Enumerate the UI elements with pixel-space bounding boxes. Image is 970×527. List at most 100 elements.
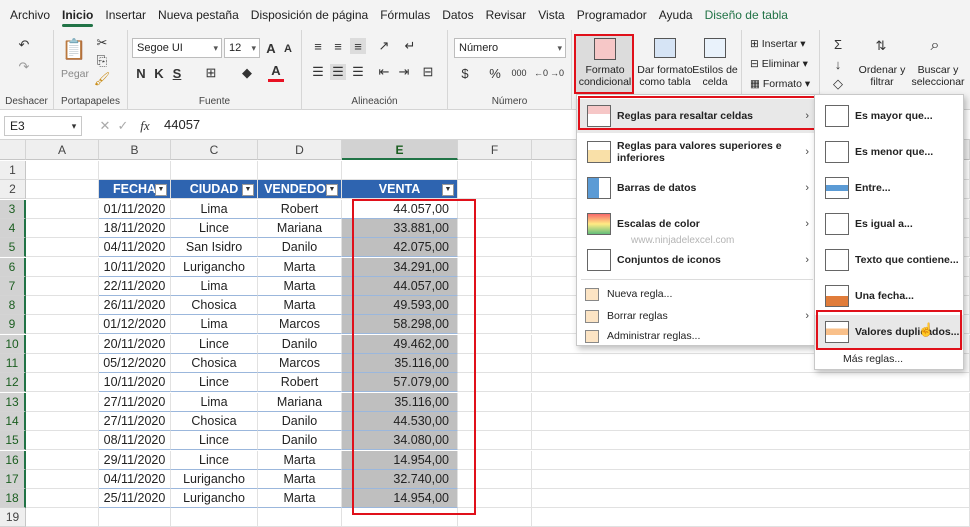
table-cell[interactable]: 01/11/2020 [99,199,171,219]
filter-dropdown-icon[interactable]: ▼ [242,184,254,197]
align-top-icon[interactable]: ≡ [310,38,326,54]
row-header[interactable]: 7 [0,276,26,296]
cell[interactable] [171,508,258,527]
number-format-select[interactable]: Número ▾ [454,38,566,58]
table-cell[interactable]: Lima [171,276,258,296]
table-header-cell[interactable]: VENTA ▼ [342,180,458,200]
thousands-icon[interactable]: 000 [508,64,530,82]
delete-button[interactable]: ⊟ Eliminar ▾ [750,58,808,70]
column-header-f[interactable]: F [458,140,532,160]
cell[interactable] [458,218,532,238]
cell[interactable] [26,392,99,412]
cell[interactable] [26,257,99,277]
undo-icon[interactable]: ↶ [14,36,34,54]
copy-icon[interactable]: ⎘ [94,53,110,68]
cell[interactable] [458,354,532,373]
row-header[interactable]: 12 [0,373,26,393]
bold-button[interactable]: N [134,64,148,82]
formula-input[interactable]: 44057 [164,117,200,132]
table-cell[interactable]: 44.057,00 [342,276,458,296]
align-left-icon[interactable]: ☰ [310,64,326,80]
table-cell[interactable]: 49.462,00 [342,334,458,354]
filter-dropdown-icon[interactable]: ▼ [442,184,454,197]
table-cell[interactable]: 34.080,00 [342,431,458,451]
font-color-icon[interactable]: A [268,62,284,82]
table-cell[interactable]: Marcos [258,354,342,373]
table-header-cell[interactable]: CIUDAD ▼ [171,180,258,200]
row-header[interactable]: 15 [0,431,26,451]
table-cell[interactable]: Marta [258,489,342,509]
percent-icon[interactable]: % [486,64,504,82]
fill-icon[interactable]: ↓ [830,56,846,72]
cell[interactable] [458,334,532,354]
filter-dropdown-icon[interactable]: ▼ [155,184,167,197]
row-header[interactable]: 9 [0,315,26,335]
underline-button[interactable]: S [170,64,184,82]
table-cell[interactable]: 44.057,00 [342,199,458,219]
table-cell[interactable]: 04/11/2020 [99,238,171,258]
font-grow-icon[interactable]: A [264,39,278,57]
conditional-format-button[interactable]: Formato condicional [576,34,634,94]
menu-top-bottom-rules[interactable]: Reglas para valores superiores e inferio… [577,135,817,169]
cell[interactable] [532,489,970,509]
font-size-select[interactable]: 12 ▾ [224,38,260,58]
cancel-icon[interactable]: ✕ [98,118,112,134]
table-header-cell[interactable]: VENDEDOR ▼ [258,180,342,200]
cell[interactable] [26,315,99,335]
italic-button[interactable]: K [152,64,166,82]
table-cell[interactable]: Lima [171,315,258,335]
align-center-icon[interactable]: ☰ [330,64,346,80]
cell[interactable] [26,373,99,393]
align-right-icon[interactable]: ☰ [350,64,366,80]
table-cell[interactable]: 34.291,00 [342,257,458,277]
cell[interactable] [258,508,342,527]
table-header-cell[interactable]: FECHA ▼ [99,180,171,200]
tab-programador[interactable]: Programador [571,0,653,30]
row-header[interactable]: 13 [0,392,26,412]
submenu-between[interactable]: Entre... [815,171,963,205]
filter-dropdown-icon[interactable]: ▼ [326,184,338,197]
cell[interactable] [26,489,99,509]
chevron-down-icon[interactable]: ▾ [68,118,80,134]
table-cell[interactable]: 10/11/2020 [99,373,171,393]
table-cell[interactable]: Robert [258,373,342,393]
cell[interactable] [458,238,532,258]
table-cell[interactable]: 14.954,00 [342,450,458,470]
submenu-greater-than[interactable]: Es mayor que... [815,99,963,133]
cell[interactable] [458,450,532,470]
cell[interactable] [26,508,99,527]
font-shrink-icon[interactable]: A [282,41,294,57]
table-cell[interactable]: Lince [171,431,258,451]
table-cell[interactable]: 49.593,00 [342,296,458,316]
cell[interactable] [532,469,970,489]
tab-inicio[interactable]: Inicio [56,0,99,30]
wrap-text-icon[interactable]: ↵ [402,38,418,54]
table-cell[interactable]: Marcos [258,315,342,335]
decrease-decimal-icon[interactable]: →0 [550,64,564,82]
sort-filter-button[interactable]: Ordenar y filtrar [856,64,908,88]
autosum-icon[interactable]: Σ [830,36,846,52]
table-cell[interactable]: Marta [258,450,342,470]
table-cell[interactable]: Chosica [171,411,258,431]
format-button[interactable]: ▦ Formato ▾ [750,78,810,90]
cell[interactable] [99,508,171,527]
cell[interactable] [26,218,99,238]
column-header-a[interactable]: A [26,140,99,160]
row-header[interactable]: 4 [0,218,26,238]
orientation-icon[interactable]: ↗ [376,38,392,54]
table-cell[interactable]: 26/11/2020 [99,296,171,316]
menu-manage-rules[interactable]: Administrar reglas... [577,325,817,347]
sort-filter-icon[interactable]: ⇅ [870,36,892,56]
row-header[interactable]: 17 [0,469,26,489]
align-bottom-icon[interactable]: ≡ [350,38,366,54]
tab-revisar[interactable]: Revisar [480,0,533,30]
cell[interactable] [26,450,99,470]
cell-styles-icon[interactable] [704,38,726,58]
cell[interactable] [26,180,99,200]
table-cell[interactable]: Lurigancho [171,257,258,277]
find-select-button[interactable]: Buscar y seleccionar [908,64,968,88]
confirm-icon[interactable]: ✓ [116,118,130,134]
table-cell[interactable]: Lima [171,392,258,412]
cell[interactable] [26,411,99,431]
table-cell[interactable]: Chosica [171,296,258,316]
